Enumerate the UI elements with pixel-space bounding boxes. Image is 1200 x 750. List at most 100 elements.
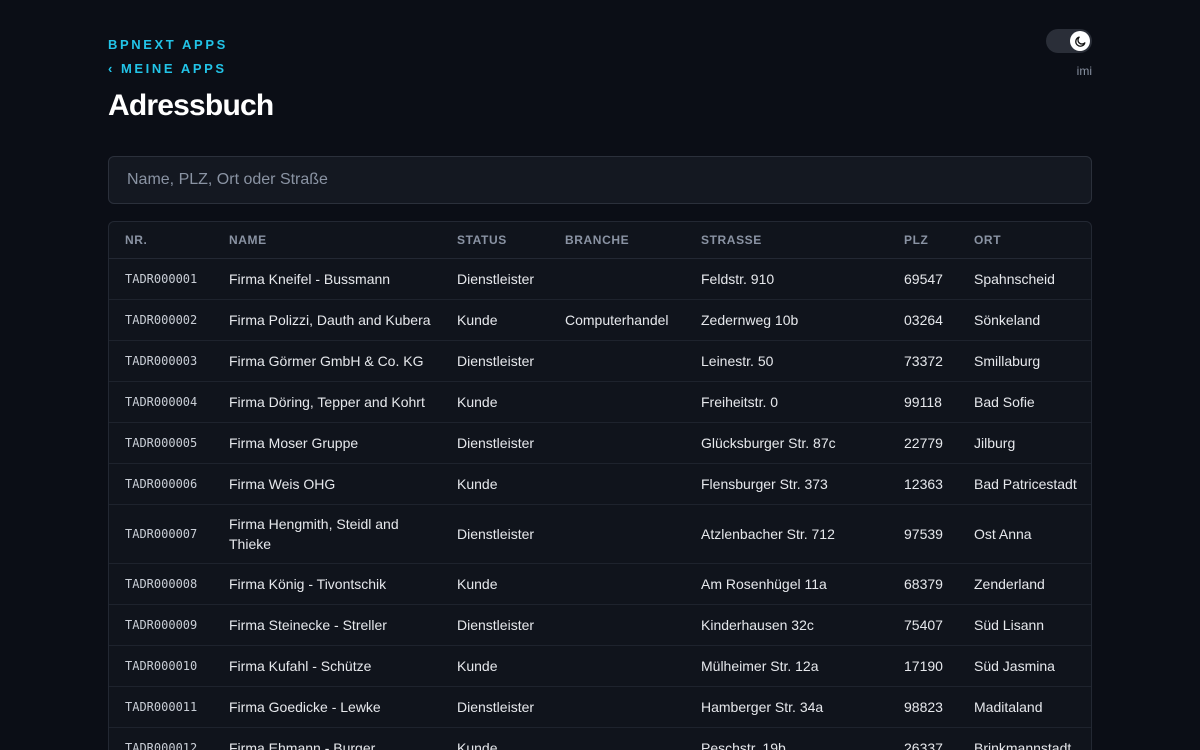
cell-strasse: Leinestr. 50 (685, 340, 888, 382)
cell-strasse: Feldstr. 910 (685, 258, 888, 300)
cell-ort: Jilburg (958, 422, 1091, 464)
cell-branche (549, 381, 685, 423)
cell-branche (549, 645, 685, 687)
cell-nr: TADR000012 (109, 727, 213, 750)
cell-ort: Zenderland (958, 563, 1091, 605)
cell-ort: Süd Jasmina (958, 645, 1091, 687)
table-row[interactable]: TADR000008 Firma König - Tivontschik Kun… (109, 563, 1091, 605)
column-header-ort[interactable]: Ort (958, 222, 1091, 259)
cell-name: Firma Polizzi, Dauth and Kubera (213, 299, 441, 341)
cell-strasse: Flensburger Str. 373 (685, 463, 888, 505)
cell-nr: TADR000006 (109, 463, 213, 505)
cell-ort: Süd Lisann (958, 604, 1091, 646)
cell-status: Dienstleister (441, 422, 549, 464)
cell-name: Firma Hengmith, Steidl and Thieke (213, 504, 441, 564)
cell-strasse: Mülheimer Str. 12a (685, 645, 888, 687)
table-row[interactable]: TADR000011 Firma Goedicke - Lewke Dienst… (109, 686, 1091, 728)
table-row[interactable]: TADR000004 Firma Döring, Tepper and Kohr… (109, 381, 1091, 423)
table-row[interactable]: TADR000010 Firma Kufahl - Schütze Kunde … (109, 645, 1091, 687)
back-link-label: MEINE APPS (120, 61, 227, 76)
cell-plz: 03264 (888, 299, 958, 341)
cell-ort: Sönkeland (958, 299, 1091, 341)
theme-toggle[interactable] (1046, 29, 1092, 53)
cell-ort: Brinkmannstadt (958, 727, 1091, 750)
cell-branche (549, 604, 685, 646)
table-row[interactable]: TADR000005 Firma Moser Gruppe Dienstleis… (109, 422, 1091, 464)
table-header-row: Nr. Name Status Branche Strasse PLZ Ort (109, 222, 1091, 259)
cell-strasse: Glücksburger Str. 87c (685, 422, 888, 464)
cell-name: Firma Kneifel - Bussmann (213, 258, 441, 300)
cell-name: Firma Weis OHG (213, 463, 441, 505)
table-row[interactable]: TADR000006 Firma Weis OHG Kunde Flensbur… (109, 463, 1091, 505)
cell-status: Dienstleister (441, 686, 549, 728)
cell-branche (549, 563, 685, 605)
cell-plz: 68379 (888, 563, 958, 605)
cell-ort: Ost Anna (958, 504, 1091, 564)
cell-name: Firma Kufahl - Schütze (213, 645, 441, 687)
cell-nr: TADR000002 (109, 299, 213, 341)
cell-branche (549, 258, 685, 300)
user-name: imi (1076, 64, 1092, 78)
cell-name: Firma König - Tivontschik (213, 563, 441, 605)
cell-branche: Computerhandel (549, 299, 685, 341)
cell-branche (549, 727, 685, 750)
header-actions: imi (1032, 29, 1092, 78)
table-row[interactable]: TADR000003 Firma Görmer GmbH & Co. KG Di… (109, 340, 1091, 382)
cell-name: Firma Goedicke - Lewke (213, 686, 441, 728)
cell-status: Dienstleister (441, 504, 549, 564)
cell-branche (549, 422, 685, 464)
cell-status: Kunde (441, 727, 549, 750)
cell-branche (549, 504, 685, 564)
cell-ort: Smillaburg (958, 340, 1091, 382)
cell-name: Firma Steinecke - Streller (213, 604, 441, 646)
cell-nr: TADR000008 (109, 563, 213, 605)
cell-plz: 75407 (888, 604, 958, 646)
cell-plz: 73372 (888, 340, 958, 382)
cell-branche (549, 340, 685, 382)
cell-strasse: Zedernweg 10b (685, 299, 888, 341)
table-row[interactable]: TADR000012 Firma Ehmann - Burger Kunde P… (109, 727, 1091, 750)
cell-plz: 12363 (888, 463, 958, 505)
cell-ort: Bad Patricestadt (958, 463, 1091, 505)
toggle-knob (1070, 31, 1090, 51)
column-header-branche[interactable]: Branche (549, 222, 685, 259)
cell-nr: TADR000009 (109, 604, 213, 646)
cell-strasse: Hamberger Str. 34a (685, 686, 888, 728)
column-header-strasse[interactable]: Strasse (685, 222, 888, 259)
cell-nr: TADR000003 (109, 340, 213, 382)
cell-status: Kunde (441, 563, 549, 605)
column-header-name[interactable]: Name (213, 222, 441, 259)
cell-plz: 17190 (888, 645, 958, 687)
cell-nr: TADR000001 (109, 258, 213, 300)
brand-label: BPNEXT APPS (108, 37, 228, 52)
table-row[interactable]: TADR000001 Firma Kneifel - Bussmann Dien… (109, 258, 1091, 300)
cell-nr: TADR000011 (109, 686, 213, 728)
moon-icon (1074, 36, 1085, 47)
address-table: Nr. Name Status Branche Strasse PLZ Ort … (108, 221, 1092, 750)
cell-name: Firma Moser Gruppe (213, 422, 441, 464)
table-row[interactable]: TADR000002 Firma Polizzi, Dauth and Kube… (109, 299, 1091, 341)
cell-branche (549, 463, 685, 505)
cell-ort: Maditaland (958, 686, 1091, 728)
cell-strasse: Atzlenbacher Str. 712 (685, 504, 888, 564)
table-row[interactable]: TADR000007 Firma Hengmith, Steidl and Th… (109, 504, 1091, 564)
cell-name: Firma Görmer GmbH & Co. KG (213, 340, 441, 382)
cell-strasse: Kinderhausen 32c (685, 604, 888, 646)
back-to-my-apps-link[interactable]: ‹ MEINE APPS (108, 60, 227, 78)
cell-name: Firma Ehmann - Burger (213, 727, 441, 750)
cell-strasse: Am Rosenhügel 11a (685, 563, 888, 605)
column-header-plz[interactable]: PLZ (888, 222, 958, 259)
cell-status: Dienstleister (441, 258, 549, 300)
column-header-status[interactable]: Status (441, 222, 549, 259)
column-header-nr[interactable]: Nr. (109, 222, 213, 259)
search-input[interactable] (125, 170, 1075, 190)
cell-status: Dienstleister (441, 604, 549, 646)
cell-name: Firma Döring, Tepper and Kohrt (213, 381, 441, 423)
table-row[interactable]: TADR000009 Firma Steinecke - Streller Di… (109, 604, 1091, 646)
cell-plz: 99118 (888, 381, 958, 423)
cell-status: Kunde (441, 381, 549, 423)
cell-status: Dienstleister (441, 340, 549, 382)
page-title: Adressbuch (108, 89, 274, 122)
cell-nr: TADR000010 (109, 645, 213, 687)
cell-branche (549, 686, 685, 728)
